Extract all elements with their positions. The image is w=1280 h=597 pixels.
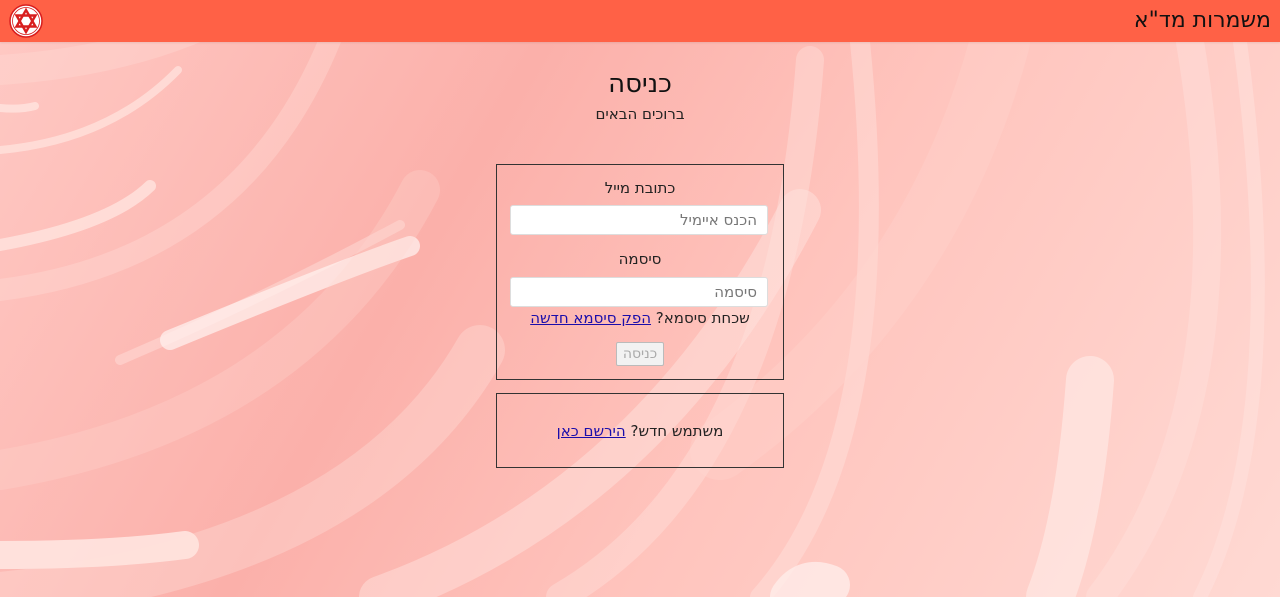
- header-bar: משמרות מד"א: [0, 0, 1280, 42]
- app-title: משמרות מד"א: [1133, 8, 1271, 33]
- page-subtitle: ברוכים הבאים: [595, 105, 685, 123]
- login-button[interactable]: כניסה: [616, 342, 664, 366]
- email-field[interactable]: [510, 205, 768, 235]
- magen-david-adom-logo-icon[interactable]: [9, 4, 43, 38]
- new-user-text: משתמש חדש?: [630, 422, 724, 440]
- page-title: כניסה: [608, 69, 672, 99]
- register-row: משתמש חדש? הירשם כאן: [497, 421, 783, 441]
- reset-password-link[interactable]: הפק סיסמא חדשה: [530, 309, 651, 327]
- login-form: כתובת מייל סיסמה שכחת סיסמא? הפק סיסמא ח…: [496, 164, 784, 380]
- password-label: סיסמה: [618, 250, 662, 268]
- forgot-password-row: שכחת סיסמא? הפק סיסמא חדשה: [497, 308, 783, 328]
- password-field[interactable]: [510, 277, 768, 307]
- register-link[interactable]: הירשם כאן: [557, 422, 626, 440]
- email-label: כתובת מייל: [604, 179, 676, 197]
- register-box: משתמש חדש? הירשם כאן: [496, 393, 784, 468]
- login-page: כניסה ברוכים הבאים כתובת מייל סיסמה שכחת…: [0, 42, 1280, 597]
- forgot-password-text: שכחת סיסמא?: [655, 309, 750, 327]
